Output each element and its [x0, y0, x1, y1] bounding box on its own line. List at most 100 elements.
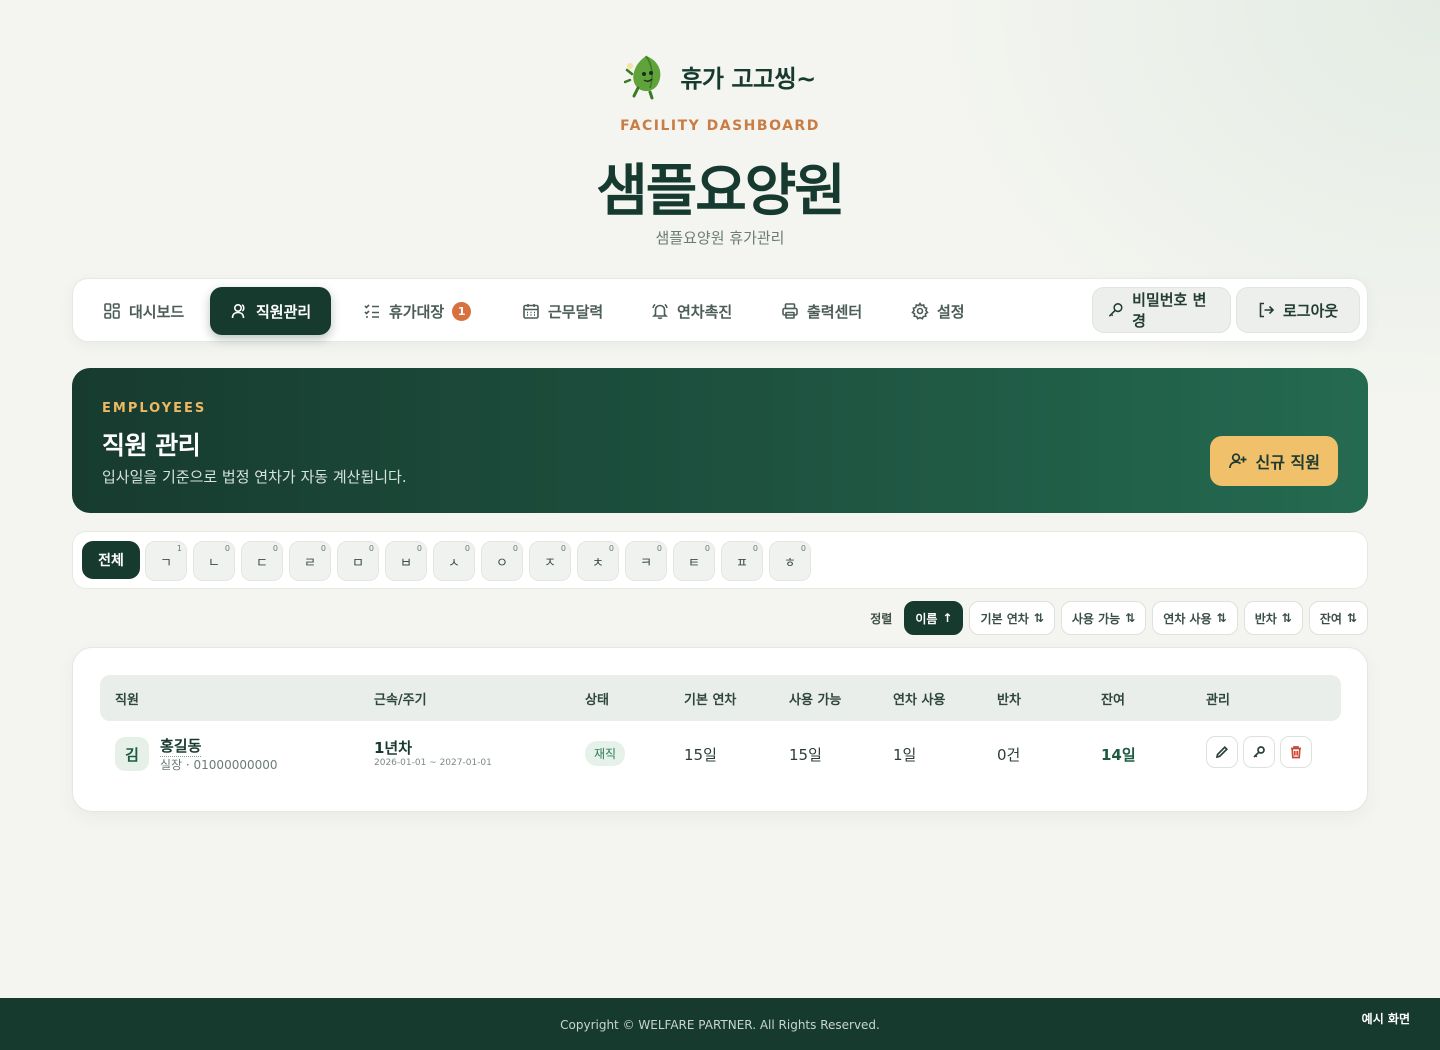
banner-description: 입사일을 기준으로 법정 연차가 자동 계산됩니다. — [102, 468, 407, 486]
filter-count: 0 — [608, 544, 614, 553]
filter-char-button[interactable]: ㄴ0 — [193, 541, 235, 581]
filter-char-button[interactable]: ㅅ0 — [433, 541, 475, 581]
filter-char-button[interactable]: ㅂ0 — [385, 541, 427, 581]
avatar: 김 — [115, 737, 149, 771]
column-header: 잔여 — [1101, 693, 1125, 708]
tab-settings[interactable]: 설정 — [891, 287, 985, 335]
filter-char: ㅅ — [448, 555, 460, 571]
tab-leave-register[interactable]: 휴가대장 1 — [343, 287, 491, 335]
column-header: 근속/주기 — [374, 693, 427, 708]
sort-arrows-icon: ⇅ — [1125, 611, 1136, 625]
employee-position-phone: 실장 · 01000000000 — [160, 758, 278, 772]
employee-name-link[interactable]: 홍길동 — [160, 735, 202, 757]
column-header: 반차 — [997, 693, 1021, 708]
tab-leave-promotion[interactable]: 연차촉진 — [631, 287, 752, 335]
filter-count: 0 — [704, 544, 710, 553]
reset-password-button[interactable] — [1243, 736, 1275, 768]
sort-arrows-icon: ⇅ — [1346, 611, 1357, 625]
grid-icon — [104, 303, 120, 319]
filter-count: 0 — [416, 544, 422, 553]
employees-banner: EMPLOYEES 직원 관리 입사일을 기준으로 법정 연차가 자동 계산됩니… — [72, 368, 1368, 513]
delete-button[interactable] — [1280, 736, 1312, 768]
filter-char: ㅊ — [592, 555, 604, 571]
tab-work-calendar[interactable]: 근무달력 — [502, 287, 623, 335]
filter-char-button[interactable]: ㅎ0 — [769, 541, 811, 581]
remaining-leave-cell: 14일 — [1101, 746, 1136, 764]
filter-char: ㄱ — [160, 555, 172, 571]
gear-icon — [911, 302, 929, 320]
tab-dashboard[interactable]: 대시보드 — [83, 287, 204, 335]
key-icon — [1108, 303, 1123, 317]
key-icon — [1253, 746, 1265, 758]
example-screen-label: 예시 화면 — [1361, 1012, 1410, 1026]
filter-count: 0 — [368, 544, 374, 553]
tab-label: 설정 — [937, 302, 965, 321]
column-header: 연차 사용 — [893, 693, 946, 708]
filter-count: 0 — [656, 544, 662, 553]
page-subtitle: 샘플요양원 휴가관리 — [655, 229, 785, 247]
footer: Copyright © WELFARE PARTNER. All Rights … — [0, 998, 1440, 1050]
table-header: 직원 근속/주기 상태 기본 연차 사용 가능 연차 사용 반차 잔여 관리 — [100, 675, 1341, 721]
filter-char-button[interactable]: ㅈ0 — [529, 541, 571, 581]
change-password-button[interactable]: 비밀번호 변경 — [1092, 287, 1231, 333]
tab-employees[interactable]: 직원관리 — [210, 287, 332, 335]
edit-button[interactable] — [1206, 736, 1238, 768]
sort-by-remaining-button[interactable]: 잔여 ⇅ — [1308, 601, 1368, 635]
status-badge: 재직 — [585, 741, 626, 766]
sort-by-base-leave-button[interactable]: 기본 연차 ⇅ — [969, 601, 1055, 635]
filter-char: ㅁ — [352, 555, 364, 571]
bell-icon — [652, 303, 668, 320]
sort-option-label: 이름 — [915, 611, 938, 626]
initial-filter-bar: 전체 ㄱ1 ㄴ0 ㄷ0 ㄹ0 ㅁ0 ㅂ0 ㅅ0 ㅇ0 ㅈ0 ㅊ0 ㅋ0 ㅌ0 ㅍ… — [72, 531, 1368, 589]
half-day-cell: 0건 — [997, 746, 1021, 764]
sort-option-label: 사용 가능 — [1071, 611, 1121, 626]
filter-char-button[interactable]: ㅋ0 — [625, 541, 667, 581]
available-leave-cell: 15일 — [789, 746, 822, 764]
filter-count: 0 — [800, 544, 806, 553]
tab-label: 연차촉진 — [677, 302, 733, 321]
arrow-up-icon: ↑ — [942, 611, 953, 625]
employee-table: 직원 근속/주기 상태 기본 연차 사용 가능 연차 사용 반차 잔여 관리 김… — [72, 647, 1368, 812]
column-header: 직원 — [115, 693, 139, 708]
sort-controls: 정렬 이름 ↑ 기본 연차 ⇅ 사용 가능 ⇅ 연차 사용 ⇅ 반차 ⇅ 잔여 ⇅ — [870, 601, 1368, 635]
filter-count: 0 — [560, 544, 566, 553]
tab-print-center[interactable]: 출력센터 — [761, 287, 882, 335]
filter-char-button[interactable]: ㄷ0 — [241, 541, 283, 581]
column-header: 사용 가능 — [789, 693, 842, 708]
sort-arrows-icon: ⇅ — [1216, 611, 1227, 625]
sort-by-name-button[interactable]: 이름 ↑ — [904, 601, 964, 635]
tenure-year: 1년차 — [374, 739, 413, 757]
sort-label: 정렬 — [870, 611, 893, 626]
filter-count: 0 — [272, 544, 278, 553]
sort-by-used-button[interactable]: 연차 사용 ⇅ — [1152, 601, 1238, 635]
filter-char: ㅇ — [496, 555, 508, 571]
sort-arrows-icon: ⇅ — [1033, 611, 1044, 625]
pencil-icon — [1215, 745, 1229, 759]
filter-char-button[interactable]: ㅇ0 — [481, 541, 523, 581]
new-employee-button[interactable]: 신규 직원 — [1209, 436, 1338, 486]
filter-char-button[interactable]: ㅌ0 — [673, 541, 715, 581]
filter-char: ㄷ — [256, 555, 268, 571]
sort-option-label: 기본 연차 — [980, 611, 1029, 626]
sort-option-label: 반차 — [1254, 611, 1277, 626]
filter-char-button[interactable]: ㅍ0 — [721, 541, 763, 581]
new-employee-label: 신규 직원 — [1255, 453, 1320, 472]
filter-all-button[interactable]: 전체 — [82, 541, 140, 579]
filter-char-button[interactable]: ㄹ0 — [289, 541, 331, 581]
copyright-text: Copyright © WELFARE PARTNER. All Rights … — [560, 1018, 880, 1032]
sort-by-available-button[interactable]: 사용 가능 ⇅ — [1060, 601, 1147, 635]
facility-eyebrow: FACILITY DASHBOARD — [620, 118, 820, 134]
notification-badge: 1 — [452, 301, 472, 321]
filter-count: 0 — [512, 544, 518, 553]
sort-by-half-day-button[interactable]: 반차 ⇅ — [1243, 601, 1303, 635]
filter-char-button[interactable]: ㄱ1 — [145, 541, 187, 581]
filter-char-button[interactable]: ㅁ0 — [337, 541, 379, 581]
filter-char: ㅂ — [400, 555, 412, 571]
filter-char: ㄹ — [304, 555, 316, 571]
filter-char-button[interactable]: ㅊ0 — [577, 541, 619, 581]
main-nav: 대시보드 직원관리 휴가대장 1 근무달력 연차촉진 출력센터 설정 비밀번호 … — [72, 278, 1368, 342]
logout-button[interactable]: 로그아웃 — [1236, 287, 1360, 333]
page-title: 샘플요양원 — [596, 159, 846, 224]
sort-option-label: 연차 사용 — [1163, 611, 1212, 626]
leaf-mascot-logo-icon — [624, 55, 661, 100]
